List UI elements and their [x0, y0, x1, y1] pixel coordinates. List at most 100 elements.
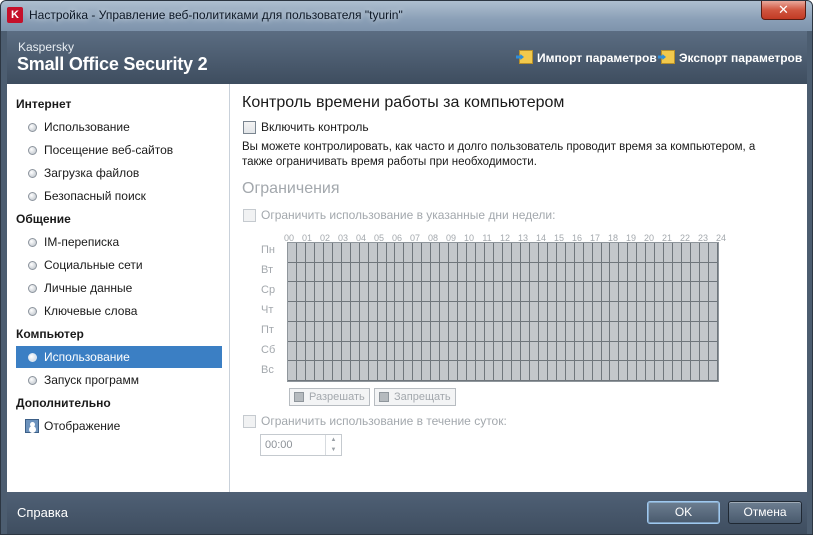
schedule-cell[interactable]	[646, 361, 656, 381]
schedule-cell[interactable]	[431, 302, 441, 322]
schedule-cell[interactable]	[494, 341, 503, 362]
schedule-cell[interactable]	[386, 243, 396, 263]
schedule-cell[interactable]	[520, 262, 530, 283]
schedule-cell[interactable]	[547, 302, 557, 322]
schedule-cell[interactable]	[368, 341, 378, 362]
schedule-cell[interactable]	[404, 262, 414, 283]
schedule-cell[interactable]	[502, 282, 512, 303]
schedule-cell[interactable]	[386, 282, 396, 303]
schedule-cell[interactable]	[565, 302, 575, 322]
schedule-cell[interactable]	[386, 262, 396, 283]
schedule-cell[interactable]	[314, 321, 324, 342]
close-button[interactable]: ✕	[761, 1, 806, 20]
schedule-cell[interactable]	[467, 361, 477, 381]
schedule-cell[interactable]	[458, 361, 468, 381]
schedule-cell[interactable]	[619, 341, 629, 362]
schedule-cell[interactable]	[529, 341, 539, 362]
schedule-cell[interactable]	[431, 361, 441, 381]
schedule-cell[interactable]	[332, 341, 342, 362]
schedule-cell[interactable]	[440, 282, 450, 303]
schedule-cell[interactable]	[494, 302, 503, 322]
schedule-cell[interactable]	[673, 243, 683, 263]
sidebar-item-internet-usage[interactable]: Использование	[16, 116, 222, 138]
schedule-cell[interactable]	[458, 321, 468, 342]
schedule-cell[interactable]	[449, 341, 459, 362]
schedule-cell[interactable]	[305, 361, 315, 381]
schedule-cell[interactable]	[691, 282, 701, 303]
schedule-cell[interactable]	[368, 302, 378, 322]
limit-daily-checkbox[interactable]	[243, 415, 256, 428]
schedule-cell[interactable]	[664, 262, 674, 283]
schedule-cell[interactable]	[538, 321, 548, 342]
schedule-cell[interactable]	[350, 321, 360, 342]
schedule-cell[interactable]	[485, 321, 495, 342]
schedule-cell[interactable]	[288, 282, 297, 303]
schedule-cell[interactable]	[556, 341, 566, 362]
schedule-cell[interactable]	[574, 321, 584, 342]
schedule-cell[interactable]	[547, 321, 557, 342]
schedule-cell[interactable]	[628, 341, 638, 362]
schedule-cell[interactable]	[583, 321, 593, 342]
schedule-cell[interactable]	[502, 262, 512, 283]
schedule-cell[interactable]	[305, 341, 315, 362]
schedule-cell[interactable]	[467, 282, 477, 303]
schedule-cell[interactable]	[449, 302, 459, 322]
schedule-cell[interactable]	[449, 243, 459, 263]
schedule-cell[interactable]	[341, 361, 351, 381]
schedule-cell[interactable]	[296, 262, 306, 283]
schedule-cell[interactable]	[314, 341, 324, 362]
schedule-cell[interactable]	[494, 262, 503, 283]
schedule-cell[interactable]	[431, 243, 441, 263]
schedule-cell[interactable]	[332, 282, 342, 303]
schedule-cell[interactable]	[709, 262, 718, 283]
schedule-cell[interactable]	[511, 262, 521, 283]
schedule-cell[interactable]	[655, 262, 665, 283]
schedule-cell[interactable]	[556, 282, 566, 303]
schedule-cell[interactable]	[314, 243, 324, 263]
schedule-cell[interactable]	[565, 282, 575, 303]
schedule-cell[interactable]	[556, 262, 566, 283]
schedule-cell[interactable]	[565, 341, 575, 362]
schedule-cell[interactable]	[673, 302, 683, 322]
schedule-cell[interactable]	[485, 243, 495, 263]
schedule-cell[interactable]	[476, 341, 486, 362]
schedule-cell[interactable]	[440, 321, 450, 342]
schedule-cell[interactable]	[467, 341, 477, 362]
schedule-cell[interactable]	[565, 243, 575, 263]
schedule-cell[interactable]	[305, 321, 315, 342]
schedule-cell[interactable]	[359, 282, 369, 303]
schedule-cell[interactable]	[476, 321, 486, 342]
schedule-cell[interactable]	[323, 243, 333, 263]
schedule-cell[interactable]	[359, 302, 369, 322]
schedule-cell[interactable]	[296, 321, 306, 342]
schedule-cell[interactable]	[467, 262, 477, 283]
schedule-cell[interactable]	[467, 321, 477, 342]
schedule-cell[interactable]	[502, 302, 512, 322]
schedule-cell[interactable]	[350, 282, 360, 303]
schedule-cell[interactable]	[601, 341, 611, 362]
schedule-cell[interactable]	[494, 321, 503, 342]
schedule-cell[interactable]	[583, 243, 593, 263]
schedule-cell[interactable]	[404, 282, 414, 303]
schedule-cell[interactable]	[547, 262, 557, 283]
schedule-cell[interactable]	[395, 321, 405, 342]
daily-time-input[interactable]: 00:00 ▲ ▼	[260, 434, 342, 456]
schedule-cell[interactable]	[305, 282, 315, 303]
schedule-cell[interactable]	[377, 321, 387, 342]
help-link[interactable]: Справка	[17, 505, 68, 520]
schedule-cell[interactable]	[646, 341, 656, 362]
schedule-cell[interactable]	[377, 282, 387, 303]
schedule-cell[interactable]	[511, 243, 521, 263]
schedule-cell[interactable]	[574, 341, 584, 362]
spin-down-icon[interactable]: ▼	[326, 445, 341, 455]
schedule-cell[interactable]	[700, 243, 710, 263]
schedule-cell[interactable]	[476, 282, 486, 303]
schedule-cell[interactable]	[431, 341, 441, 362]
schedule-cell[interactable]	[691, 361, 701, 381]
schedule-cell[interactable]	[628, 361, 638, 381]
sidebar-item-safe-search[interactable]: Безопасный поиск	[16, 185, 222, 207]
schedule-cell[interactable]	[511, 361, 521, 381]
schedule-cell[interactable]	[467, 302, 477, 322]
schedule-cell[interactable]	[691, 302, 701, 322]
schedule-cell[interactable]	[592, 302, 602, 322]
